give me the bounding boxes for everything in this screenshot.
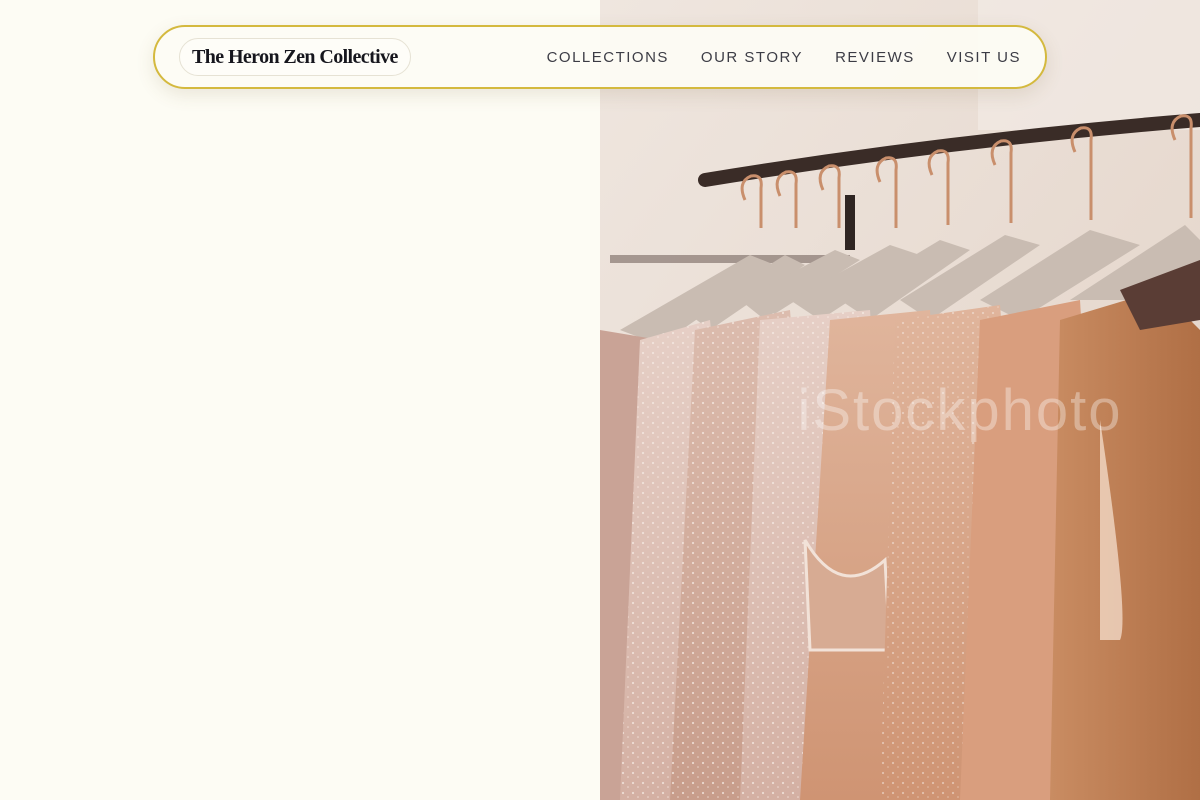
nav-link-our-story[interactable]: OUR STORY: [701, 49, 803, 66]
nav-link-visit-us[interactable]: VISIT US: [947, 49, 1021, 66]
page: iStockphoto The Heron Zen Collective COL…: [0, 0, 1200, 800]
nav-links: COLLECTIONS OUR STORY REVIEWS VISIT US: [547, 49, 1021, 66]
nav-link-collections[interactable]: COLLECTIONS: [547, 49, 669, 66]
hero-watermark: iStockphoto: [797, 378, 1122, 443]
nav-link-reviews[interactable]: REVIEWS: [835, 49, 915, 66]
hero-image-clothing-rack: iStockphoto: [600, 0, 1200, 800]
brand-logo-link[interactable]: The Heron Zen Collective: [179, 38, 411, 76]
top-navigation-bar: The Heron Zen Collective COLLECTIONS OUR…: [153, 25, 1047, 89]
clothing-rack-illustration: iStockphoto: [600, 0, 1200, 800]
left-panel: [0, 0, 600, 800]
